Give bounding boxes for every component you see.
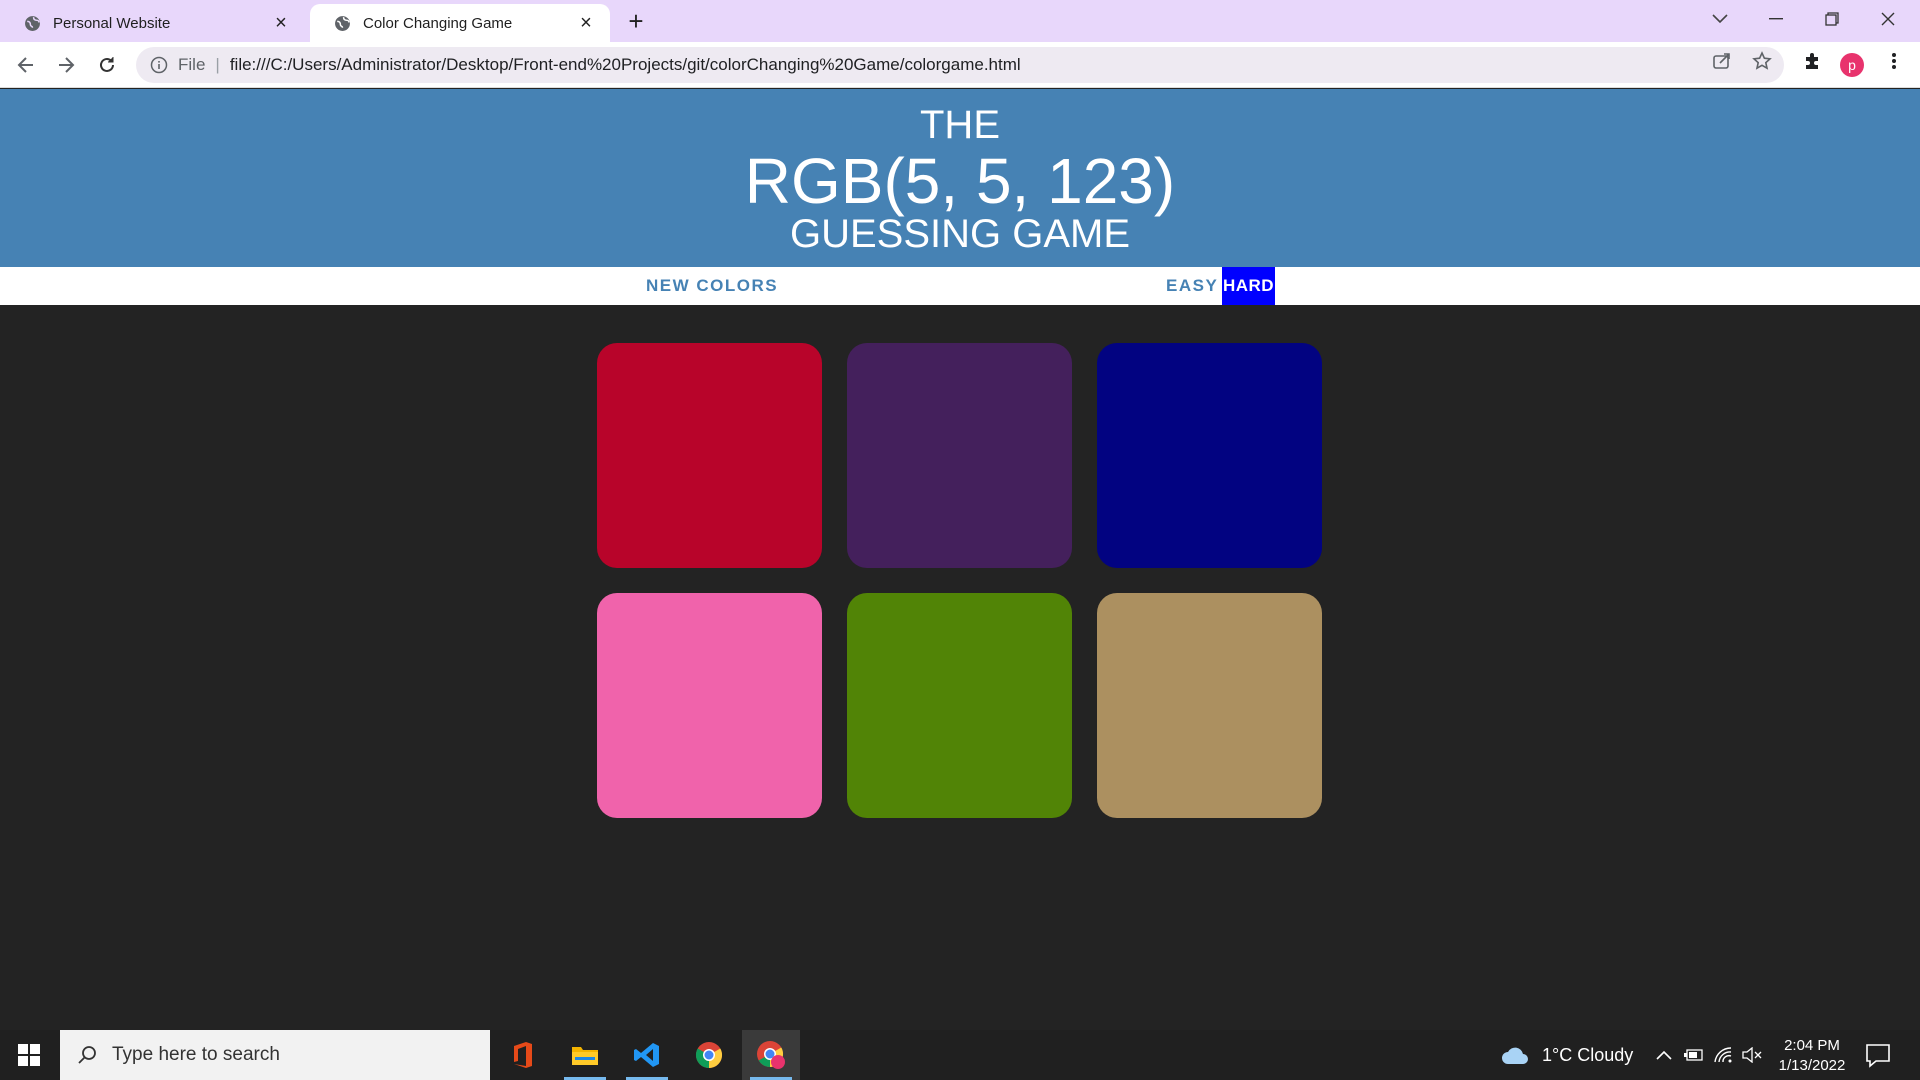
star-icon[interactable] [1752,51,1772,71]
globe-icon [335,15,350,31]
clock-date: 1/13/2022 [1778,1057,1846,1074]
tray-overflow-icon[interactable] [1656,1030,1672,1080]
tab-title: Color Changing Game [363,14,513,32]
color-square[interactable] [847,593,1072,818]
scheme-separator: | [215,55,220,74]
search-icon [78,1046,96,1064]
header-line-the: THE [920,103,1000,147]
color-square[interactable] [1097,343,1322,568]
wifi-icon[interactable] [1714,1030,1732,1080]
browser-toolbar: File | file:///C:/Users/Administrator/De… [0,42,1920,88]
clock[interactable]: 2:04 PM 1/13/2022 [1770,1036,1854,1076]
windows-start-icon[interactable] [0,1030,58,1080]
new-colors-button[interactable]: NEW COLORS [642,267,782,305]
globe-icon [25,15,40,31]
new-tab-button[interactable]: + [622,6,650,36]
color-display: RGB(5, 5, 123) [744,145,1176,217]
search-placeholder: Type here to search [112,1044,280,1065]
office-icon[interactable] [494,1030,552,1080]
clock-time: 2:04 PM [1784,1037,1840,1054]
tab-search-chevron-icon[interactable] [1692,0,1748,38]
taskbar: Type here to search 1°C Cloudy 2:04 PM 1… [0,1030,1920,1080]
notifications-icon[interactable] [1864,1041,1892,1069]
cloud-icon [1502,1047,1528,1064]
share-icon[interactable] [1712,51,1732,71]
color-square[interactable] [597,593,822,818]
close-window-icon[interactable] [1860,0,1916,38]
restore-icon[interactable] [1804,0,1860,38]
color-square[interactable] [847,343,1072,568]
color-square[interactable] [597,343,822,568]
address-bar[interactable]: File | file:///C:/Users/Administrator/De… [136,47,1784,83]
tab-close-icon[interactable]: × [576,12,596,34]
hard-mode-button[interactable]: HARD [1222,267,1275,305]
chrome-profile-icon[interactable] [742,1030,800,1080]
info-icon[interactable] [150,56,168,74]
taskbar-search-input[interactable]: Type here to search [60,1030,490,1080]
tab-close-icon[interactable]: × [271,12,291,34]
forward-icon[interactable] [50,49,82,81]
vscode-icon[interactable] [618,1030,676,1080]
battery-icon[interactable] [1684,1030,1704,1080]
tab-title: Personal Website [53,14,171,32]
file-explorer-icon[interactable] [556,1030,614,1080]
game-header: THE RGB(5, 5, 123) GUESSING GAME [0,89,1920,267]
tab-personal-website[interactable]: Personal Website × [0,4,305,42]
back-icon[interactable] [10,49,42,81]
color-square[interactable] [1097,593,1322,818]
weather-widget[interactable]: 1°C Cloudy [1500,1030,1633,1080]
reload-icon[interactable] [91,49,123,81]
profile-avatar[interactable]: p [1840,53,1864,77]
easy-mode-button[interactable]: EASY [1162,267,1222,305]
control-stripe: NEW COLORS EASY HARD [0,267,1920,305]
extensions-icon[interactable] [1802,51,1822,71]
tab-strip: Personal Website × Color Changing Game ×… [0,0,1920,42]
chrome-icon[interactable] [680,1030,738,1080]
tab-color-changing-game[interactable]: Color Changing Game × [310,4,610,42]
header-line-guessing-game: GUESSING GAME [789,212,1131,256]
minimize-icon[interactable] [1748,0,1804,38]
url-text: file:///C:/Users/Administrator/Desktop/F… [229,55,1021,74]
weather-text: 1°C Cloudy [1542,1044,1634,1065]
volume-muted-icon[interactable] [1742,1030,1762,1080]
scheme-label: File [178,55,206,74]
menu-icon[interactable] [1884,51,1904,71]
